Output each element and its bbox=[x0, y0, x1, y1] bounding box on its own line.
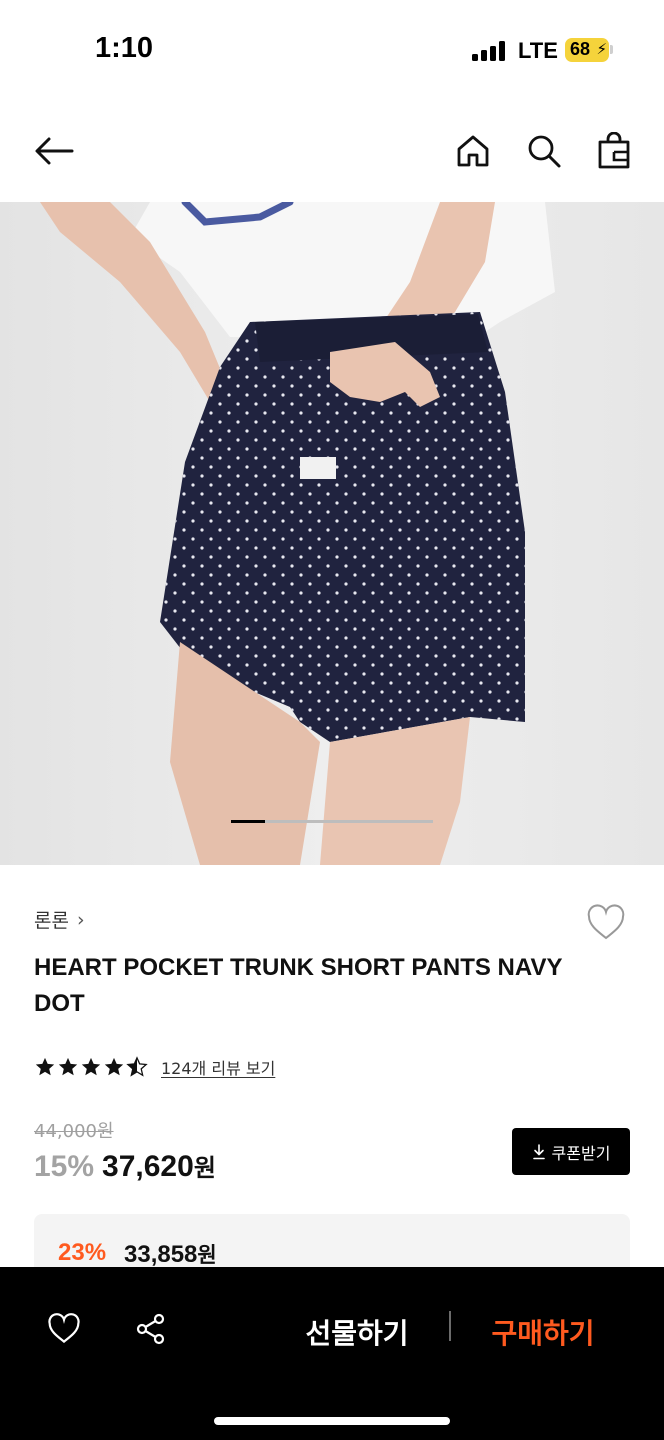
home-indicator bbox=[214, 1417, 450, 1425]
battery-icon: 68 ⚡ bbox=[565, 38, 609, 62]
download-icon bbox=[532, 1143, 545, 1159]
half-star-icon bbox=[126, 1056, 148, 1077]
top-nav bbox=[0, 100, 664, 202]
network-label: LTE bbox=[518, 38, 558, 63]
battery-level: 68 bbox=[570, 39, 591, 59]
coupon-button[interactable]: 쿠폰받기 bbox=[512, 1128, 630, 1175]
brand-link[interactable]: 론론 › bbox=[34, 906, 85, 933]
share-icon bbox=[136, 1313, 165, 1345]
rating-row: 124개 리뷰 보기 bbox=[34, 1055, 275, 1079]
benefit-price-value: 33,858 bbox=[124, 1241, 198, 1268]
benefit-price: 33,858원 bbox=[124, 1239, 217, 1269]
sale-price-unit: 원 bbox=[193, 1154, 216, 1182]
product-image-carousel[interactable] bbox=[0, 202, 664, 865]
chevron-right-icon: › bbox=[76, 908, 85, 931]
cart-button[interactable] bbox=[590, 125, 638, 177]
home-button[interactable] bbox=[449, 125, 497, 177]
bottom-wishlist-button[interactable] bbox=[42, 1307, 86, 1351]
sale-price: 37,620원 bbox=[102, 1148, 216, 1184]
benefit-price-unit: 원 bbox=[197, 1243, 217, 1267]
status-bar: 1:10 LTE 68 ⚡ bbox=[0, 0, 664, 100]
brand-name: 론론 bbox=[34, 910, 69, 932]
signal-icon bbox=[472, 41, 508, 61]
shopping-bag-icon bbox=[598, 132, 630, 169]
heart-icon bbox=[587, 904, 625, 940]
carousel-progress-thumb bbox=[231, 820, 265, 823]
original-price: 44,000원 bbox=[34, 1121, 114, 1142]
back-button[interactable] bbox=[30, 125, 78, 177]
discount-rate: 15% bbox=[34, 1150, 95, 1183]
charging-bolt-icon: ⚡ bbox=[596, 40, 607, 58]
share-button[interactable] bbox=[129, 1307, 173, 1351]
bottom-action-bar: 선물하기 구매하기 bbox=[0, 1267, 664, 1440]
divider bbox=[449, 1311, 451, 1341]
search-button[interactable] bbox=[520, 125, 568, 177]
review-link[interactable]: 124개 리뷰 보기 bbox=[161, 1055, 275, 1079]
status-time: 1:10 bbox=[95, 32, 154, 64]
sale-price-value: 37,620 bbox=[102, 1150, 194, 1183]
buy-button[interactable]: 구매하기 bbox=[478, 1307, 608, 1357]
benefit-rate: 23% bbox=[58, 1239, 107, 1266]
star-rating bbox=[34, 1056, 149, 1078]
product-title: HEART POCKET TRUNK SHORT PANTS NAVY DOT bbox=[34, 954, 563, 1017]
home-icon bbox=[457, 135, 489, 167]
search-icon bbox=[528, 135, 561, 168]
wishlist-button[interactable] bbox=[586, 904, 626, 942]
gift-button[interactable]: 선물하기 bbox=[290, 1307, 424, 1357]
battery-cap bbox=[610, 45, 613, 54]
arrow-left-icon bbox=[35, 137, 74, 165]
star-icon bbox=[81, 1057, 101, 1076]
star-icon bbox=[58, 1057, 78, 1076]
star-icon bbox=[35, 1057, 55, 1076]
price-row: 15% 37,620원 bbox=[34, 1148, 216, 1184]
coupon-button-label: 쿠폰받기 bbox=[551, 1143, 611, 1163]
carousel-progress bbox=[231, 820, 433, 823]
product-photo bbox=[0, 202, 664, 865]
heart-icon bbox=[48, 1313, 80, 1344]
star-icon bbox=[104, 1057, 124, 1076]
